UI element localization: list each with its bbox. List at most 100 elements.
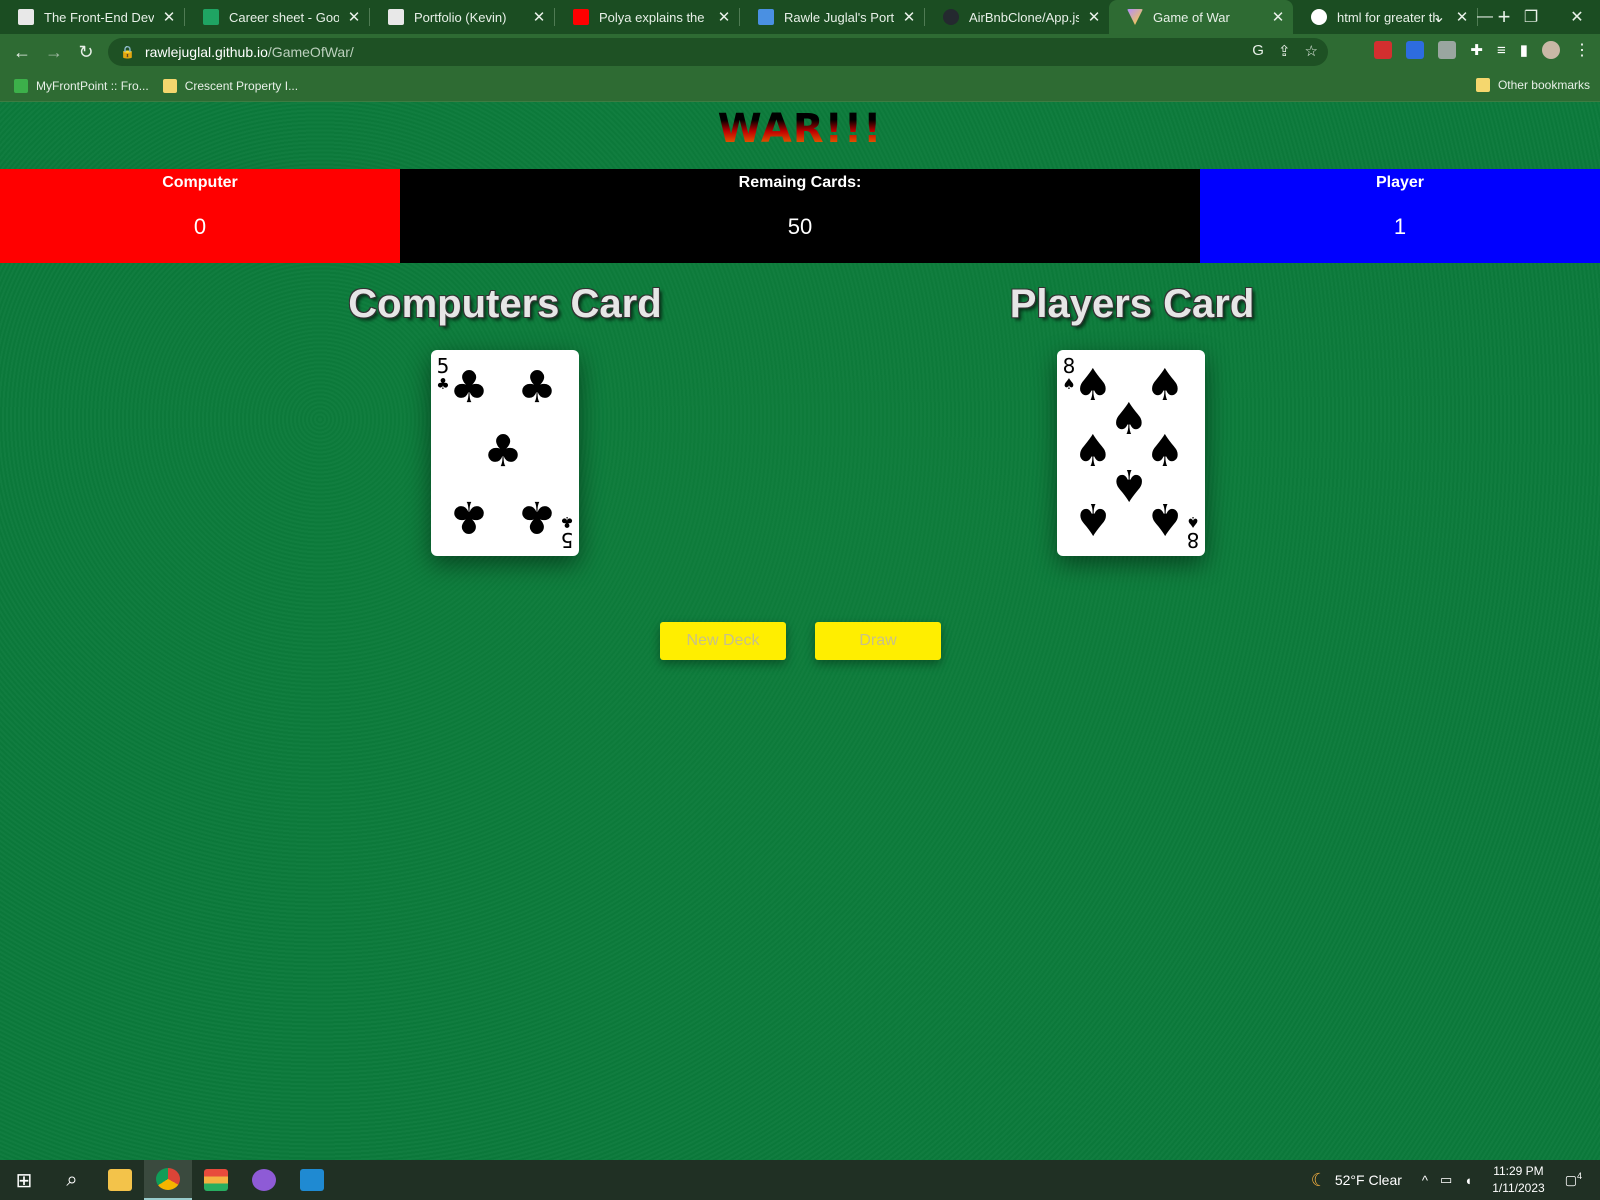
extension-cursor-icon[interactable] [1406,41,1425,59]
browser-toolbar: ← → ↻ 🔒 rawlejuglal.github.io/GameOfWar/… [0,34,1600,70]
game-page: WAR!!! Computer 0 Remaing Cards: 50 Play… [0,102,1600,1160]
file-explorer-icon[interactable] [96,1160,144,1200]
close-icon[interactable]: ✕ [717,8,731,26]
card-corner-bottom: 8 ♠ [1183,513,1203,552]
extension-red-icon[interactable] [1374,41,1393,59]
close-icon[interactable]: ✕ [902,8,916,26]
tab-airbnb-clone[interactable]: AirBnbClone/App.js ✕ [925,0,1109,34]
github-desktop-icon[interactable] [240,1160,288,1200]
remaining-cards-value: 50 [787,214,813,239]
folder-icon [1475,78,1490,92]
remaining-cards-label: Remaing Cards: [738,174,862,191]
restore-icon[interactable]: ❐ [1508,7,1554,27]
close-icon[interactable]: ✕ [532,8,546,26]
tab-title: The Front-End Dev [44,9,154,25]
tab-title: Career sheet - Goo [229,9,339,25]
player-card: 8 ♠ ♠ ♠ ♠ ♠ ♠ ♠ ♠ ♠ 8 ♠ [1057,350,1205,556]
puzzle-icon[interactable]: ✚ [1470,41,1483,59]
clubs-icon: ♣ [560,513,574,531]
vscode-icon[interactable] [288,1160,336,1200]
vite-icon [1127,9,1143,25]
bookmark-label: Crescent Property I... [184,78,299,93]
url-path: /GameOfWar/ [267,44,354,60]
computer-score-label: Computer [162,174,238,191]
avatar[interactable] [1542,41,1560,59]
forward-icon[interactable]: → [38,42,70,63]
tab-title: Rawle Juglal's Portf [784,9,894,25]
tab-title: AirBnbClone/App.js [969,9,1079,25]
computer-score-value: 0 [193,214,207,239]
google-icon [1311,9,1327,25]
computer-card: 5 ♣ ♣ ♣ ♣ ♣ ♣ 5 ♣ [431,350,579,556]
bookmarks-bar: MyFrontPoint :: Fro... Crescent Property… [0,70,1600,102]
scoreboard: Computer 0 Remaing Cards: 50 Player 1 [0,169,1600,263]
stack-logo-icon [204,1169,228,1191]
chrome-icon[interactable] [144,1160,192,1200]
chevron-up-icon[interactable]: ^ [1422,1173,1428,1188]
clubs-icon: ♣ [449,491,489,542]
clubs-icon: ♣ [517,491,557,542]
close-icon[interactable]: ✕ [1087,8,1101,26]
tab-title: Portfolio (Kevin) [414,9,507,25]
player-score-value: 1 [1393,214,1407,239]
notification-icon[interactable]: ▢4 [1565,1171,1582,1188]
clock-date: 1/11/2023 [1492,1181,1545,1195]
menu-icon[interactable]: ⋮ [1574,40,1590,60]
window-close-icon[interactable]: ✕ [1554,7,1600,27]
extension-grey-icon[interactable] [1438,41,1457,59]
card-rank: 5 [560,528,574,552]
folder-icon [162,78,177,93]
spades-icon: ♠ [1186,513,1200,531]
clock[interactable]: 11:29 PM 1/11/2023 [1492,1163,1545,1197]
tab-favicon-icon [388,9,404,25]
tab-polya[interactable]: Polya explains the ✕ [555,0,739,34]
bookmark-site-icon [14,78,28,93]
github-logo-icon [252,1169,276,1191]
game-title: WAR!!! [0,106,1600,152]
close-icon[interactable]: ✕ [162,8,176,26]
tab-search-icon[interactable]: ⌄ [1416,7,1462,27]
vscode-logo-icon [300,1169,324,1191]
close-icon[interactable]: ✕ [347,8,361,26]
address-bar[interactable]: 🔒 rawlejuglal.github.io/GameOfWar/ G ⇪ ☆ [108,38,1328,66]
app-stack-icon[interactable] [192,1160,240,1200]
google-lens-icon[interactable]: G [1252,42,1264,60]
windows-taskbar: ⊞ ⌕ ☾ 52°F Clear ^ ▭ ◖ 11:29 PM 1/11/202… [0,1160,1600,1200]
card-rank: 8 [1186,528,1200,552]
url-host: rawlejuglal.github.io [144,44,268,60]
tab-front-end-dev[interactable]: The Front-End Dev ✕ [0,0,184,34]
windows-start-icon[interactable]: ⊞ [0,1160,48,1200]
search-icon[interactable]: ⌕ [48,1160,96,1200]
lock-icon[interactable]: 🔒 [120,45,135,59]
draw-button[interactable]: Draw [815,622,941,660]
chrome-logo-icon [156,1168,180,1190]
minimize-icon[interactable]: — [1462,8,1508,26]
bookmark-star-icon[interactable]: ☆ [1305,42,1318,60]
other-bookmarks[interactable]: Other bookmarks [1475,78,1590,92]
bookmark-crescent[interactable]: Crescent Property I... [162,78,299,93]
tab-rawle-portfolio[interactable]: Rawle Juglal's Portf ✕ [740,0,924,34]
speaker-icon[interactable]: ◖ [1464,1173,1472,1188]
side-panel-icon[interactable]: ▮ [1520,41,1528,59]
tab-portfolio[interactable]: Portfolio (Kevin) ✕ [370,0,554,34]
reload-icon[interactable]: ↻ [70,42,102,63]
weather-widget[interactable]: ☾ 52°F Clear [1311,1170,1402,1191]
reading-list-icon[interactable]: ≡ [1497,42,1506,59]
share-icon[interactable]: ⇪ [1278,42,1291,60]
bookmark-myfrontpoint[interactable]: MyFrontPoint :: Fro... [14,78,149,93]
tab-game-of-war[interactable]: Game of War ✕ [1109,0,1293,34]
bookmark-label: MyFrontPoint :: Fro... [36,78,149,93]
new-deck-button[interactable]: New Deck [660,622,786,660]
tab-career-sheet[interactable]: Career sheet - Goo ✕ [185,0,369,34]
clubs-icon: ♣ [483,426,523,477]
tab-title: Game of War [1153,9,1230,25]
other-bookmarks-label: Other bookmarks [1497,78,1590,92]
back-icon[interactable]: ← [6,42,38,63]
folder-icon [108,1169,132,1191]
clock-time: 11:29 PM [1493,1164,1544,1178]
tab-title: Polya explains the [599,9,705,25]
player-score-panel: Player 1 [1200,169,1600,263]
moon-icon: ☾ [1310,1169,1327,1190]
close-icon[interactable]: ✕ [1271,8,1285,26]
network-icon[interactable]: ▭ [1440,1172,1452,1188]
